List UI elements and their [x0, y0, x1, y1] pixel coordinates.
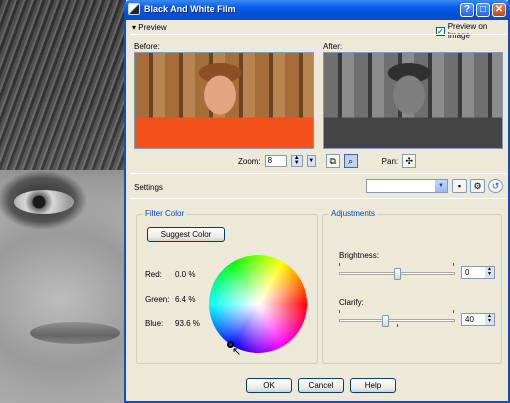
blue-value: 93.6 %	[175, 319, 200, 328]
zoom-tool-icon[interactable]: ⌕	[343, 154, 358, 168]
pan-label: Pan:	[381, 156, 399, 166]
chevron-down-icon: ▾	[132, 23, 137, 32]
zoom-controls: Zoom: 8 ▲ ▼ ▼ ⧉ ⌕ Pan: ✣	[238, 154, 417, 168]
preview-on-image-label: Preview on Image	[447, 22, 488, 40]
help-button[interactable]: Help	[350, 378, 396, 393]
zoom-label: Zoom:	[238, 156, 261, 166]
brightness-slider-thumb[interactable]	[394, 268, 401, 280]
red-label: Red:	[145, 270, 162, 279]
green-value: 6.4 %	[175, 295, 196, 304]
blue-label: Blue:	[145, 319, 164, 328]
after-preview-image[interactable]	[323, 52, 503, 149]
slider-tick	[397, 324, 398, 327]
red-value: 0.0 %	[175, 270, 196, 279]
zoom-fit-icon[interactable]: ⧉	[325, 154, 340, 168]
pan-icon[interactable]: ✣	[402, 154, 417, 168]
window-app-icon	[128, 3, 140, 15]
save-preset-icon[interactable]: ▪	[452, 179, 467, 193]
manage-presets-icon[interactable]: ⚙	[470, 179, 485, 193]
title-bar[interactable]: Black And White Film ? □ ✕	[124, 0, 510, 20]
brightness-value: 0	[465, 268, 470, 277]
divider	[130, 34, 506, 35]
close-icon[interactable]: ✕	[492, 3, 506, 17]
settings-label: Settings	[134, 183, 163, 192]
slider-tick	[339, 263, 340, 266]
clarify-label: Clarify:	[339, 298, 364, 307]
adjustments-title: Adjustments	[329, 209, 378, 218]
adjustments-group: Adjustments Brightness: 0 ▲ ▼ Clarify: 40…	[322, 209, 502, 364]
after-label: After:	[323, 42, 343, 51]
green-label: Green:	[145, 295, 170, 304]
before-label: Before:	[134, 42, 160, 51]
photo-mouth	[30, 322, 120, 344]
zoom-dropdown-icon[interactable]: ▼	[306, 155, 316, 167]
preset-select[interactable]: ▼	[366, 179, 448, 193]
ok-button[interactable]: OK	[246, 378, 292, 393]
divider	[130, 198, 506, 199]
slider-tick	[453, 310, 454, 313]
photo-hair	[0, 0, 130, 170]
cancel-button[interactable]: Cancel	[298, 378, 344, 393]
brightness-spinner[interactable]: ▲ ▼	[485, 267, 494, 278]
window-title: Black And White Film	[144, 4, 236, 14]
clarify-input[interactable]: 40 ▲ ▼	[461, 313, 495, 326]
brightness-label: Brightness:	[339, 251, 380, 260]
help-icon[interactable]: ?	[460, 3, 474, 17]
color-wheel[interactable]	[209, 255, 307, 353]
slider-tick	[339, 310, 340, 313]
zoom-input[interactable]: 8	[264, 155, 287, 167]
clarify-slider-thumb[interactable]	[382, 315, 390, 327]
reset-icon[interactable]: ↺	[488, 179, 503, 193]
brightness-input[interactable]: 0 ▲ ▼	[461, 266, 495, 279]
maximize-icon[interactable]: □	[476, 3, 490, 17]
filter-color-title: Filter Color	[143, 209, 187, 218]
clarify-value: 40	[465, 315, 474, 324]
photo-eye	[14, 190, 74, 214]
preview-section-label: Preview	[138, 23, 167, 32]
preview-on-image-checkbox[interactable]: ✓ Preview on Image	[436, 22, 508, 40]
slider-tick	[453, 263, 454, 266]
preview-section-toggle[interactable]: ▾ Preview	[132, 23, 167, 32]
suggest-color-button[interactable]: Suggest Color	[147, 227, 225, 242]
chevron-down-icon: ▼	[435, 180, 447, 192]
divider	[130, 173, 506, 174]
before-preview-image[interactable]	[134, 52, 314, 149]
clarify-spinner[interactable]: ▲ ▼	[485, 314, 494, 325]
black-and-white-film-dialog: Black And White Film ? □ ✕ ▾ Preview ✓ P…	[124, 0, 510, 403]
filter-color-group: Filter Color Suggest Color Red: 0.0 % Gr…	[136, 209, 318, 364]
zoom-spinner[interactable]: ▲ ▼	[290, 155, 303, 167]
clarify-slider-track[interactable]	[339, 319, 455, 322]
mouse-cursor-icon: ↖	[232, 346, 242, 358]
